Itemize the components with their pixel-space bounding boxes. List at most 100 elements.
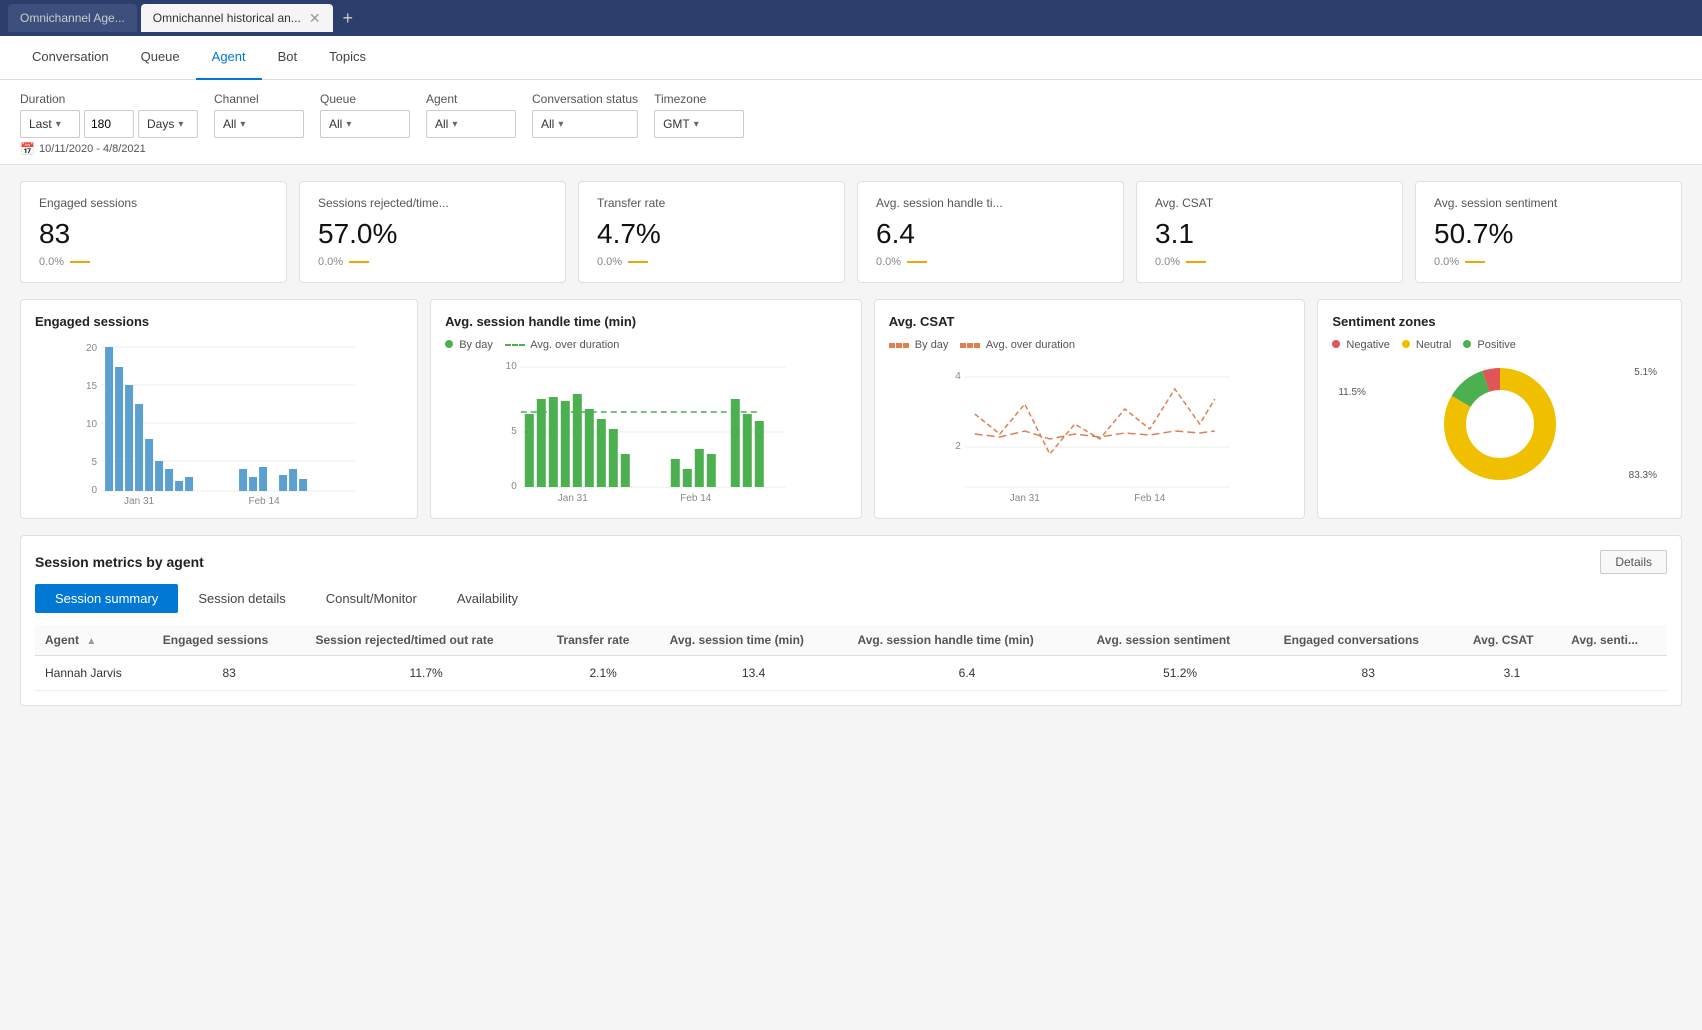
queue-label: Queue	[320, 92, 410, 106]
col-avg-session-time[interactable]: Avg. session time (min)	[660, 625, 848, 656]
subtab-availability[interactable]: Availability	[437, 584, 538, 613]
kpi-avg-handle-time: Avg. session handle ti... 6.4 0.0%	[857, 181, 1124, 283]
svg-text:20: 20	[86, 343, 98, 354]
svg-text:15: 15	[86, 381, 98, 392]
svg-text:2: 2	[955, 441, 961, 452]
channel-select[interactable]: All ▾	[214, 110, 304, 138]
col-avg-senti[interactable]: Avg. senti...	[1561, 625, 1667, 656]
col-engaged-conversations[interactable]: Engaged conversations	[1274, 625, 1463, 656]
cell-agent: Hannah Jarvis	[35, 656, 153, 691]
trend-bar-icon	[1186, 261, 1206, 263]
engaged-sessions-chart: Engaged sessions 20 15 10 5 0	[20, 299, 418, 519]
browser-tabs: Omnichannel Age... Omnichannel historica…	[0, 0, 1702, 36]
cell-session-rejected: 11.7%	[306, 656, 547, 691]
duration-unit-select[interactable]: Days ▾	[138, 110, 198, 138]
neutral-top-pct-label: 11.5%	[1338, 387, 1366, 398]
timezone-select[interactable]: GMT ▾	[654, 110, 744, 138]
engaged-sessions-chart-title: Engaged sessions	[35, 314, 403, 329]
chevron-down-icon: ▾	[178, 119, 183, 130]
handle-time-chart-title: Avg. session handle time (min)	[445, 314, 847, 329]
col-transfer-rate[interactable]: Transfer rate	[547, 625, 660, 656]
agent-label: Agent	[426, 92, 516, 106]
conv-status-select[interactable]: All ▾	[532, 110, 638, 138]
agent-metrics-table: Agent ▲ Engaged sessions Session rejecte…	[35, 625, 1667, 691]
chevron-down-icon: ▾	[240, 119, 245, 130]
table-section-header: Session metrics by agent Details	[35, 550, 1667, 574]
chevron-down-icon: ▾	[56, 119, 61, 130]
conv-status-label: Conversation status	[532, 92, 638, 106]
new-tab-button[interactable]: +	[337, 8, 360, 29]
nav-queue[interactable]: Queue	[125, 36, 196, 80]
handle-time-legend: By day Avg. over duration	[445, 339, 847, 351]
col-avg-csat[interactable]: Avg. CSAT	[1463, 625, 1561, 656]
cell-avg-sentiment: 51.2%	[1087, 656, 1274, 691]
agent-select[interactable]: All ▾	[426, 110, 516, 138]
svg-text:Feb 14: Feb 14	[249, 496, 281, 507]
col-avg-sentiment[interactable]: Avg. session sentiment	[1087, 625, 1274, 656]
timezone-filter: Timezone GMT ▾	[654, 92, 744, 138]
nav-topics[interactable]: Topics	[313, 36, 382, 80]
kpi-row: Engaged sessions 83 0.0% Sessions reject…	[20, 181, 1682, 283]
trend-bar-icon	[628, 261, 648, 263]
col-session-rejected[interactable]: Session rejected/timed out rate	[306, 625, 547, 656]
trend-bar-icon	[349, 261, 369, 263]
cell-transfer-rate: 2.1%	[547, 656, 660, 691]
conv-status-filter: Conversation status All ▾	[532, 92, 638, 138]
kpi-avg-sentiment-title: Avg. session sentiment	[1434, 196, 1663, 210]
nav-bot[interactable]: Bot	[262, 36, 314, 80]
chevron-down-icon: ▾	[558, 119, 563, 130]
charts-row: Engaged sessions 20 15 10 5 0	[20, 299, 1682, 519]
svg-text:Feb 14: Feb 14	[1134, 493, 1166, 504]
kpi-avg-sentiment-value: 50.7%	[1434, 218, 1663, 250]
handle-time-chart: Avg. session handle time (min) By day Av…	[430, 299, 862, 519]
col-engaged-sessions[interactable]: Engaged sessions	[153, 625, 306, 656]
kpi-avg-csat: Avg. CSAT 3.1 0.0%	[1136, 181, 1403, 283]
neutral-pct-label: 83.3%	[1629, 470, 1657, 481]
tab-2-label: Omnichannel historical an...	[153, 11, 301, 25]
svg-text:5: 5	[511, 426, 517, 437]
kpi-avg-handle-time-title: Avg. session handle ti...	[876, 196, 1105, 210]
col-avg-handle-time[interactable]: Avg. session handle time (min)	[848, 625, 1087, 656]
duration-last-select[interactable]: Last ▾	[20, 110, 80, 138]
chevron-down-icon: ▾	[346, 119, 351, 130]
kpi-engaged-sessions: Engaged sessions 83 0.0%	[20, 181, 287, 283]
svg-text:Jan 31: Jan 31	[558, 493, 588, 504]
col-agent[interactable]: Agent ▲	[35, 625, 153, 656]
cell-avg-csat: 3.1	[1463, 656, 1561, 691]
svg-text:5: 5	[92, 457, 98, 468]
cell-avg-senti-extra	[1561, 656, 1667, 691]
chevron-down-icon: ▾	[694, 119, 699, 130]
cell-avg-session-time: 13.4	[660, 656, 848, 691]
nav-conversation[interactable]: Conversation	[16, 36, 125, 80]
kpi-transfer-rate-title: Transfer rate	[597, 196, 826, 210]
subtab-consult-monitor[interactable]: Consult/Monitor	[306, 584, 437, 613]
sentiment-zones-chart: Sentiment zones Negative Neutral Positiv…	[1317, 299, 1682, 519]
kpi-engaged-sessions-value: 83	[39, 218, 268, 250]
csat-svg: 4 2 Jan 31 Feb 14	[889, 359, 1291, 499]
subtabs: Session summary Session details Consult/…	[35, 584, 1667, 613]
trend-bar-icon	[1465, 261, 1485, 263]
tab-2-close-icon[interactable]: ✕	[309, 10, 321, 27]
date-range: 📅 10/11/2020 - 4/8/2021	[20, 142, 1682, 156]
calendar-icon: 📅	[20, 142, 35, 156]
kpi-avg-handle-time-value: 6.4	[876, 218, 1105, 250]
table-header-row: Agent ▲ Engaged sessions Session rejecte…	[35, 625, 1667, 656]
trend-bar-icon	[70, 261, 90, 263]
tab-1[interactable]: Omnichannel Age...	[8, 4, 137, 32]
duration-value-input[interactable]	[84, 110, 134, 138]
agent-filter: Agent All ▾	[426, 92, 516, 138]
nav-agent[interactable]: Agent	[196, 36, 262, 80]
tab-2[interactable]: Omnichannel historical an... ✕	[141, 4, 333, 32]
handle-time-svg: 10 5 0	[445, 359, 847, 499]
subtab-session-details[interactable]: Session details	[178, 584, 305, 613]
kpi-avg-csat-title: Avg. CSAT	[1155, 196, 1384, 210]
sort-icon: ▲	[86, 636, 96, 647]
svg-text:Feb 14: Feb 14	[680, 493, 712, 504]
channel-label: Channel	[214, 92, 304, 106]
svg-text:10: 10	[506, 361, 518, 372]
table-section-title: Session metrics by agent	[35, 554, 204, 570]
queue-select[interactable]: All ▾	[320, 110, 410, 138]
csat-chart-title: Avg. CSAT	[889, 314, 1291, 329]
details-button[interactable]: Details	[1600, 550, 1667, 574]
subtab-session-summary[interactable]: Session summary	[35, 584, 178, 613]
